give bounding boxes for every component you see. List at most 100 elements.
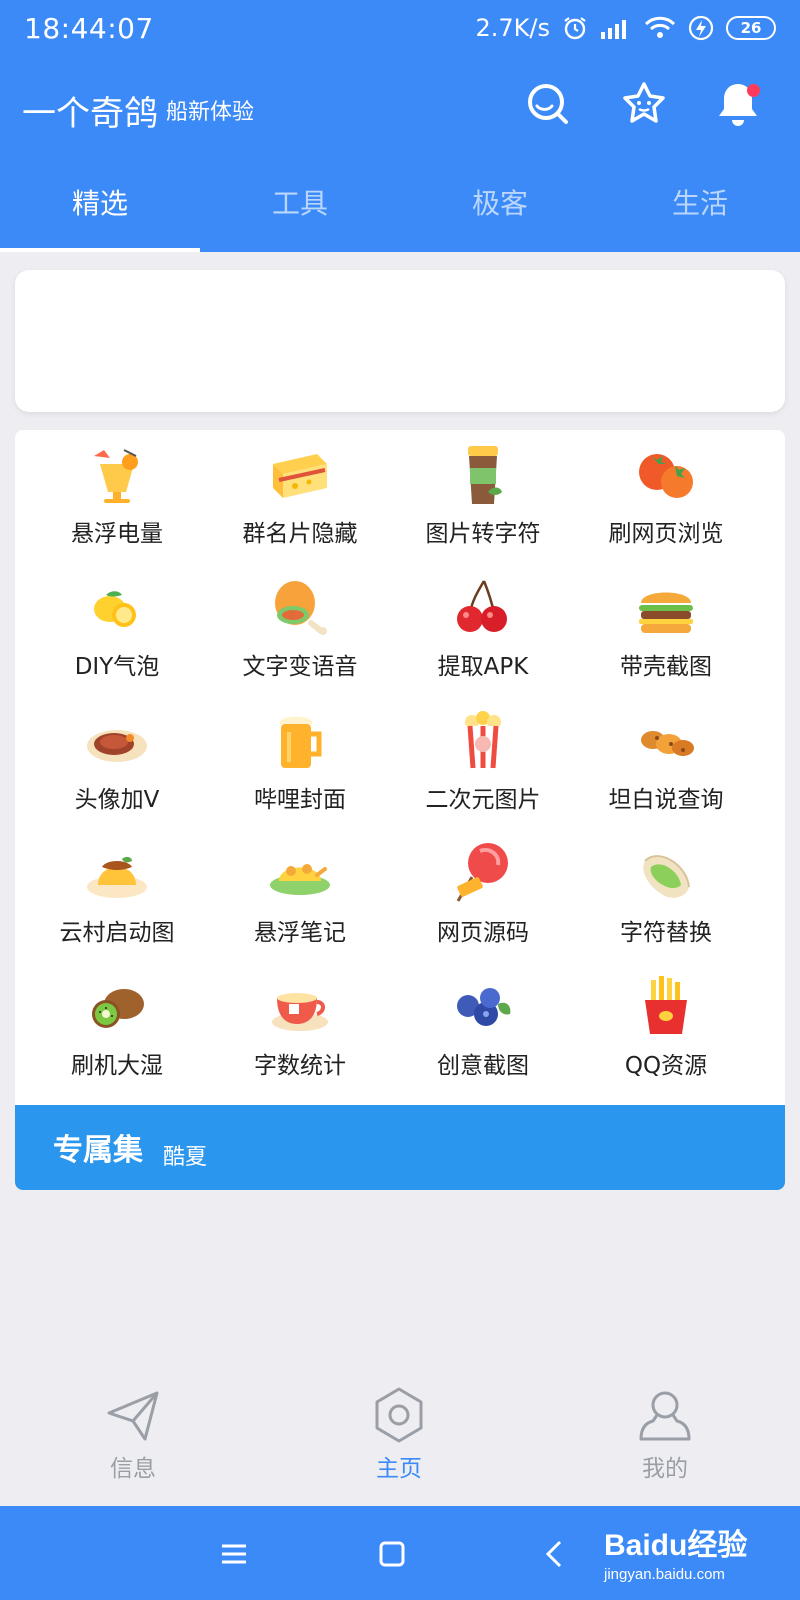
tab-featured[interactable]: 精选 — [0, 156, 200, 252]
banner-card[interactable] — [15, 270, 785, 412]
tool-tile[interactable]: 刷机大湿 — [22, 962, 212, 1097]
wifi-icon — [644, 16, 676, 38]
app-subtitle: 船新体验 — [166, 100, 255, 125]
tool-tile[interactable]: QQ资源 — [571, 962, 761, 1097]
tool-tile[interactable]: 哔哩封面 — [205, 696, 395, 831]
app-title: 一个奇鸽 — [22, 94, 158, 134]
nav-label: 我的 — [642, 1456, 688, 1482]
fries-icon — [645, 976, 687, 1034]
tool-label: DIY气泡 — [74, 654, 160, 680]
battery-indicator: 26 — [726, 16, 776, 40]
pistachio-icon — [643, 855, 690, 898]
pudding-icon — [87, 856, 147, 898]
drumstick-icon — [275, 581, 327, 635]
tool-tile[interactable]: 坦白说查询 — [571, 696, 761, 831]
watermark-url: jingyan.baidu.com — [604, 1566, 725, 1583]
search-icon — [528, 84, 568, 124]
tab-life[interactable]: 生活 — [600, 156, 800, 252]
nav-label: 主页 — [376, 1456, 422, 1482]
tool-label: 悬浮电量 — [71, 521, 163, 547]
system-navigation-bar: Baidu经验 jingyan.baidu.com — [0, 1506, 800, 1600]
collection-title: 专属集 — [53, 1133, 143, 1168]
notifications-button[interactable] — [712, 78, 764, 130]
back-icon[interactable] — [536, 1534, 576, 1574]
tab-label: 生活 — [671, 187, 728, 220]
sandwich-icon — [273, 454, 327, 498]
cherry-icon — [457, 580, 507, 632]
tab-label: 精选 — [71, 187, 128, 220]
tool-label: 字符替换 — [620, 920, 712, 946]
nav-item-home[interactable]: 主页 — [266, 1385, 532, 1505]
category-tabs: 精选 工具 极客 生活 — [0, 156, 800, 252]
star-face-icon — [623, 82, 665, 123]
roast-dish-icon — [270, 864, 330, 895]
beer-icon — [279, 716, 322, 768]
tab-label: 工具 — [271, 187, 328, 220]
tool-label: 带壳截图 — [620, 654, 712, 680]
tab-geek[interactable]: 极客 — [400, 156, 600, 252]
exclusive-collection-bar[interactable]: 专属集 酷夏 — [15, 1105, 785, 1190]
lollipop-icon — [456, 843, 508, 902]
status-time: 18:44:07 — [24, 11, 154, 45]
tool-tile[interactable]: 头像加V — [22, 696, 212, 831]
active-tab-indicator — [0, 248, 200, 252]
tool-tile[interactable]: 群名片隐藏 — [205, 430, 395, 565]
tool-label: 刷网页浏览 — [608, 521, 724, 547]
lemon-icon — [94, 591, 136, 627]
tab-label: 极客 — [471, 187, 528, 220]
juice-icon — [94, 449, 138, 503]
tool-tile[interactable]: 刷网页浏览 — [571, 430, 761, 565]
home-square-icon[interactable] — [372, 1534, 412, 1574]
tool-label: 创意截图 — [437, 1053, 529, 1079]
tool-tile[interactable]: DIY气泡 — [22, 563, 212, 698]
tool-label: 网页源码 — [437, 920, 529, 946]
tool-tile[interactable]: 文字变语音 — [205, 563, 395, 698]
tea-cup-icon — [272, 993, 328, 1031]
hexagon-home-icon — [375, 1387, 423, 1443]
charging-icon — [688, 15, 714, 41]
kiwi-icon — [92, 989, 144, 1028]
nav-item-messages[interactable]: 信息 — [0, 1385, 266, 1505]
popcorn-icon — [464, 711, 502, 769]
tool-tile[interactable]: 字符替换 — [571, 829, 761, 964]
tool-tile[interactable]: 带壳截图 — [571, 563, 761, 698]
steak-icon — [87, 730, 147, 762]
user-icon — [639, 1391, 691, 1441]
tool-label: 云村启动图 — [59, 920, 175, 946]
nav-item-me[interactable]: 我的 — [532, 1385, 798, 1505]
tool-label: 头像加V — [74, 787, 160, 813]
signal-icon — [601, 20, 626, 39]
tool-label: 图片转字符 — [425, 521, 541, 547]
status-bar: 18:44:07 2.7K/s 26 — [0, 0, 800, 56]
tomato-icon — [639, 454, 693, 498]
paper-plane-icon — [107, 1391, 159, 1441]
burger-icon — [639, 592, 693, 633]
tool-label: 悬浮笔记 — [254, 920, 346, 946]
search-button[interactable] — [522, 78, 574, 130]
tool-label: 二次元图片 — [425, 787, 541, 813]
favorite-button[interactable] — [618, 78, 670, 130]
tool-label: 提取APK — [437, 654, 529, 680]
tool-tile[interactable]: 悬浮电量 — [22, 430, 212, 565]
tool-tile[interactable]: 悬浮笔记 — [205, 829, 395, 964]
tool-tile[interactable]: 图片转字符 — [388, 430, 578, 565]
tool-tile[interactable]: 提取APK — [388, 563, 578, 698]
collection-subtitle: 酷夏 — [163, 1145, 208, 1170]
tools-panel: 悬浮电量 群名片隐藏 图片转字符 刷网页浏览 DIY气泡 文字变语音 提取APK — [15, 430, 785, 1190]
peanut-icon — [641, 731, 694, 756]
app-bar: 一个奇鸽 船新体验 精选 工具 极客 生活 — [0, 56, 800, 252]
coffee-cup-icon — [468, 446, 502, 504]
tab-tools[interactable]: 工具 — [200, 156, 400, 252]
alarm-icon — [564, 17, 586, 40]
status-indicators: 2.7K/s 26 — [475, 14, 776, 42]
bottom-navigation: 信息 主页 我的 — [0, 1385, 800, 1505]
network-speed: 2.7K/s — [475, 14, 551, 42]
tool-tile[interactable]: 字数统计 — [205, 962, 395, 1097]
tool-label: 字数统计 — [254, 1053, 346, 1079]
tool-tile[interactable]: 创意截图 — [388, 962, 578, 1097]
tool-tile[interactable]: 二次元图片 — [388, 696, 578, 831]
menu-icon[interactable] — [214, 1534, 254, 1574]
watermark-brand: Baidu经验 — [604, 1529, 748, 1562]
tool-tile[interactable]: 云村启动图 — [22, 829, 212, 964]
tool-tile[interactable]: 网页源码 — [388, 829, 578, 964]
